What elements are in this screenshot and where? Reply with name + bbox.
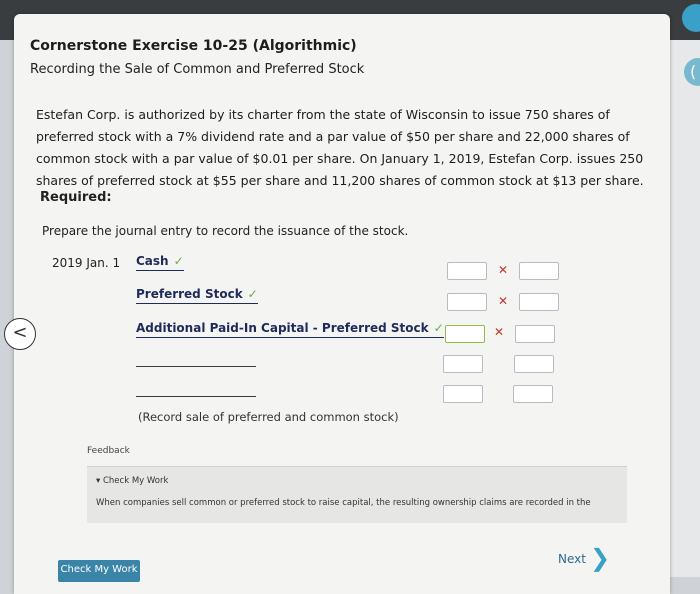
account-select-cash[interactable]: Cash ✓ (136, 254, 184, 271)
account-select-preferred-stock[interactable]: Preferred Stock ✓ (136, 287, 258, 304)
credit-input-row-5[interactable] (513, 385, 553, 403)
required-label: Required: (40, 190, 112, 205)
account-label: Preferred Stock (136, 287, 243, 301)
debit-input-preferred-stock[interactable] (447, 293, 487, 311)
debit-input-row-5[interactable] (443, 385, 483, 403)
account-select-row-4[interactable] (136, 366, 256, 367)
journal-note: (Record sale of preferred and common sto… (138, 410, 399, 424)
feedback-box (87, 466, 627, 523)
account-label: Additional Paid-In Capital - Preferred S… (136, 321, 429, 335)
exercise-title: Cornerstone Exercise 10-25 (Algorithmic) (30, 38, 357, 54)
debit-input-cash[interactable] (447, 262, 487, 280)
next-chevron-icon[interactable]: ❯ (590, 544, 610, 572)
debit-input-apic-preferred[interactable] (445, 325, 485, 343)
account-select-apic-preferred[interactable]: Additional Paid-In Capital - Preferred S… (136, 321, 444, 338)
feedback-label: Feedback (87, 446, 130, 456)
credit-input-cash[interactable] (519, 262, 559, 280)
account-label: Cash (136, 254, 169, 268)
journal-date: 2019 Jan. 1 (52, 256, 121, 270)
exercise-subtitle: Recording the Sale of Common and Preferr… (30, 62, 365, 77)
check-my-work-button[interactable]: Check My Work (58, 560, 140, 582)
credit-input-preferred-stock[interactable] (519, 293, 559, 311)
incorrect-x-icon: ✕ (494, 325, 505, 339)
credit-input-row-4[interactable] (514, 355, 554, 373)
check-my-work-toggle[interactable]: ▾ Check My Work (96, 476, 168, 486)
back-arrow-icon[interactable]: < (4, 318, 36, 350)
debit-input-row-4[interactable] (443, 355, 483, 373)
credit-input-apic-preferred[interactable] (515, 325, 555, 343)
next-button[interactable]: Next (558, 552, 586, 566)
check-icon: ✓ (247, 287, 258, 301)
account-select-row-5[interactable] (136, 396, 256, 397)
feedback-text: When companies sell common or preferred … (96, 498, 591, 508)
instruction-text: Prepare the journal entry to record the … (42, 224, 409, 238)
incorrect-x-icon: ✕ (498, 294, 509, 308)
incorrect-x-icon: ✕ (498, 263, 509, 277)
check-icon: ✓ (433, 321, 444, 335)
problem-text: Estefan Corp. is authorized by its chart… (36, 107, 644, 188)
check-icon: ✓ (173, 254, 184, 268)
right-edge (670, 40, 700, 577)
